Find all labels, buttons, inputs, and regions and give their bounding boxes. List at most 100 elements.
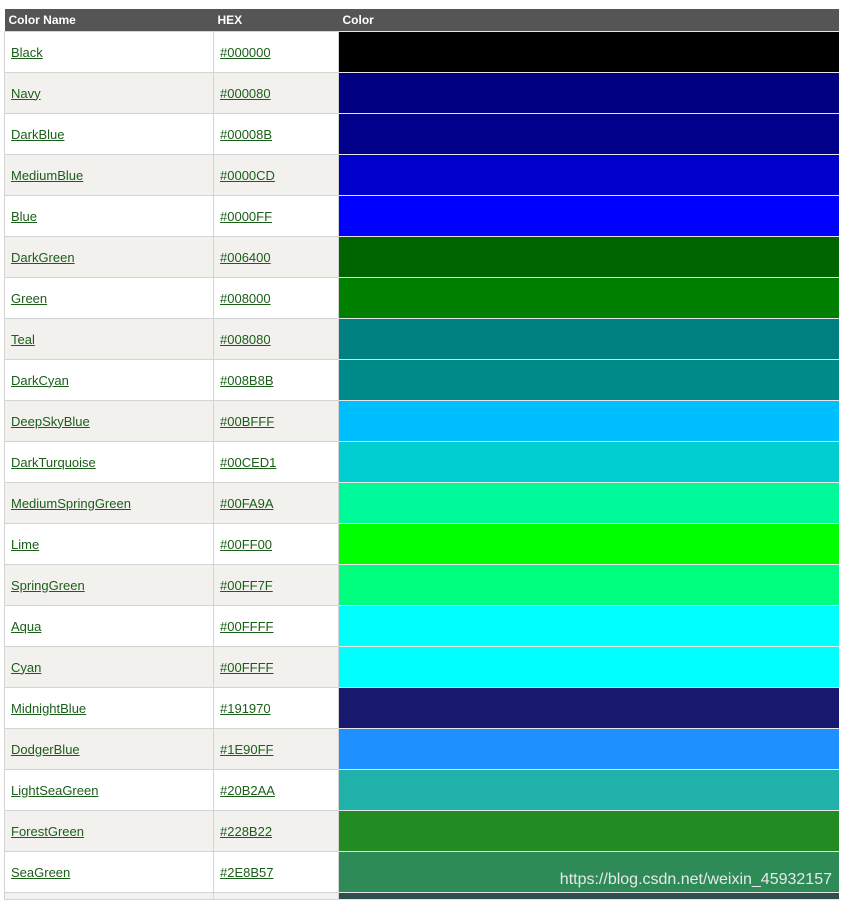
hex-link[interactable]: #00FF00 xyxy=(220,537,272,552)
hex-cell: #00FF7F xyxy=(213,564,339,606)
hex-cell: #006400 xyxy=(213,236,339,278)
color-swatch xyxy=(338,72,839,114)
hex-cell: #008B8B xyxy=(213,359,339,401)
hex-cell: #0000CD xyxy=(213,154,339,196)
color-swatch xyxy=(338,482,839,524)
color-name-link[interactable]: Aqua xyxy=(11,619,41,634)
color-swatch xyxy=(338,359,839,401)
hex-cell: #00BFFF xyxy=(213,400,339,442)
color-swatch xyxy=(338,113,839,155)
table-row: Aqua #00FFFF xyxy=(4,605,839,647)
color-swatch xyxy=(338,810,839,852)
color-name-link[interactable]: DodgerBlue xyxy=(11,742,80,757)
color-name-link[interactable]: Green xyxy=(11,291,47,306)
color-name-link[interactable]: DarkGreen xyxy=(11,250,75,265)
color-name-link[interactable]: ForestGreen xyxy=(11,824,84,839)
color-name-cell: ForestGreen xyxy=(4,810,214,852)
table-row: Lime #00FF00 xyxy=(4,523,839,565)
hex-link[interactable]: #0000FF xyxy=(220,209,272,224)
hex-cell: #00FFFF xyxy=(213,605,339,647)
table-row: DarkBlue #00008B xyxy=(4,113,839,155)
table-body: Black #000000 Navy #000080 DarkBlue #00008B Me… xyxy=(4,31,839,900)
hex-link[interactable]: #20B2AA xyxy=(220,783,275,798)
color-name-cell: LightSeaGreen xyxy=(4,769,214,811)
color-swatch xyxy=(338,728,839,770)
color-name-link[interactable]: MidnightBlue xyxy=(11,701,86,716)
hex-link[interactable]: #00FA9A xyxy=(220,496,274,511)
hex-cell: #008000 xyxy=(213,277,339,319)
color-swatch xyxy=(338,441,839,483)
hex-link[interactable]: #228B22 xyxy=(220,824,272,839)
hex-link[interactable]: #00008B xyxy=(220,127,272,142)
hex-cell: #00FA9A xyxy=(213,482,339,524)
hex-cell: #00CED1 xyxy=(213,441,339,483)
color-swatch xyxy=(338,195,839,237)
color-name-cell: DarkGreen xyxy=(4,236,214,278)
color-swatch xyxy=(338,400,839,442)
hex-link[interactable]: #00FFFF xyxy=(220,619,273,634)
color-swatch xyxy=(338,892,839,900)
table-row: Cyan #00FFFF xyxy=(4,646,839,688)
hex-link[interactable]: #00BFFF xyxy=(220,414,274,429)
color-swatch xyxy=(338,31,839,73)
table-row-partial xyxy=(4,892,839,900)
table-row: SpringGreen #00FF7F xyxy=(4,564,839,606)
color-name-link[interactable]: Lime xyxy=(11,537,39,552)
color-name-link[interactable]: LightSeaGreen xyxy=(11,783,98,798)
color-name-link[interactable]: Cyan xyxy=(11,660,41,675)
color-name-link[interactable]: Blue xyxy=(11,209,37,224)
hex-link[interactable]: #0000CD xyxy=(220,168,275,183)
color-swatch xyxy=(338,687,839,729)
color-name-cell: SpringGreen xyxy=(4,564,214,606)
color-swatch xyxy=(338,318,839,360)
table-row: DarkCyan #008B8B xyxy=(4,359,839,401)
table-row: MediumSpringGreen #00FA9A xyxy=(4,482,839,524)
hex-link[interactable]: #008B8B xyxy=(220,373,274,388)
color-name-cell: Green xyxy=(4,277,214,319)
color-name-link[interactable]: DeepSkyBlue xyxy=(11,414,90,429)
color-name-cell: Aqua xyxy=(4,605,214,647)
hex-link[interactable]: #2E8B57 xyxy=(220,865,274,880)
color-name-link[interactable]: Black xyxy=(11,45,43,60)
table-row: Navy #000080 xyxy=(4,72,839,114)
color-name-link[interactable]: MediumBlue xyxy=(11,168,83,183)
hex-cell: #191970 xyxy=(213,687,339,729)
color-swatch xyxy=(338,154,839,196)
color-name-cell: DodgerBlue xyxy=(4,728,214,770)
color-name-cell: DarkTurquoise xyxy=(4,441,214,483)
color-name-cell: MediumBlue xyxy=(4,154,214,196)
hex-link[interactable]: #00FF7F xyxy=(220,578,273,593)
color-name-link[interactable]: SpringGreen xyxy=(11,578,85,593)
hex-link[interactable]: #008080 xyxy=(220,332,271,347)
hex-link[interactable]: #00FFFF xyxy=(220,660,273,675)
hex-cell: #228B22 xyxy=(213,810,339,852)
hex-link[interactable]: #000080 xyxy=(220,86,271,101)
hex-link[interactable]: #191970 xyxy=(220,701,271,716)
hex-cell: #2E8B57 xyxy=(213,851,339,893)
color-swatch xyxy=(338,564,839,606)
hex-link[interactable]: #1E90FF xyxy=(220,742,273,757)
color-name-link[interactable]: Teal xyxy=(11,332,35,347)
hex-link[interactable]: #008000 xyxy=(220,291,271,306)
hex-link[interactable]: #000000 xyxy=(220,45,271,60)
color-name-link[interactable]: MediumSpringGreen xyxy=(11,496,131,511)
color-name-cell: Black xyxy=(4,31,214,73)
table-row: Teal #008080 xyxy=(4,318,839,360)
color-name-link[interactable]: DarkCyan xyxy=(11,373,69,388)
color-swatch xyxy=(338,277,839,319)
color-swatch xyxy=(338,769,839,811)
color-swatch xyxy=(338,646,839,688)
color-name-link[interactable]: Navy xyxy=(11,86,41,101)
color-name-cell: Blue xyxy=(4,195,214,237)
color-name-link[interactable]: DarkTurquoise xyxy=(11,455,96,470)
color-name-link[interactable]: DarkBlue xyxy=(11,127,64,142)
hex-cell: #20B2AA xyxy=(213,769,339,811)
hex-link[interactable]: #006400 xyxy=(220,250,271,265)
hex-link[interactable]: #00CED1 xyxy=(220,455,276,470)
header-hex: HEX xyxy=(213,9,339,32)
table-row: DarkTurquoise #00CED1 xyxy=(4,441,839,483)
table-row: Blue #0000FF xyxy=(4,195,839,237)
hex-cell: #008080 xyxy=(213,318,339,360)
table-row: DarkGreen #006400 xyxy=(4,236,839,278)
color-name-link[interactable]: SeaGreen xyxy=(11,865,70,880)
